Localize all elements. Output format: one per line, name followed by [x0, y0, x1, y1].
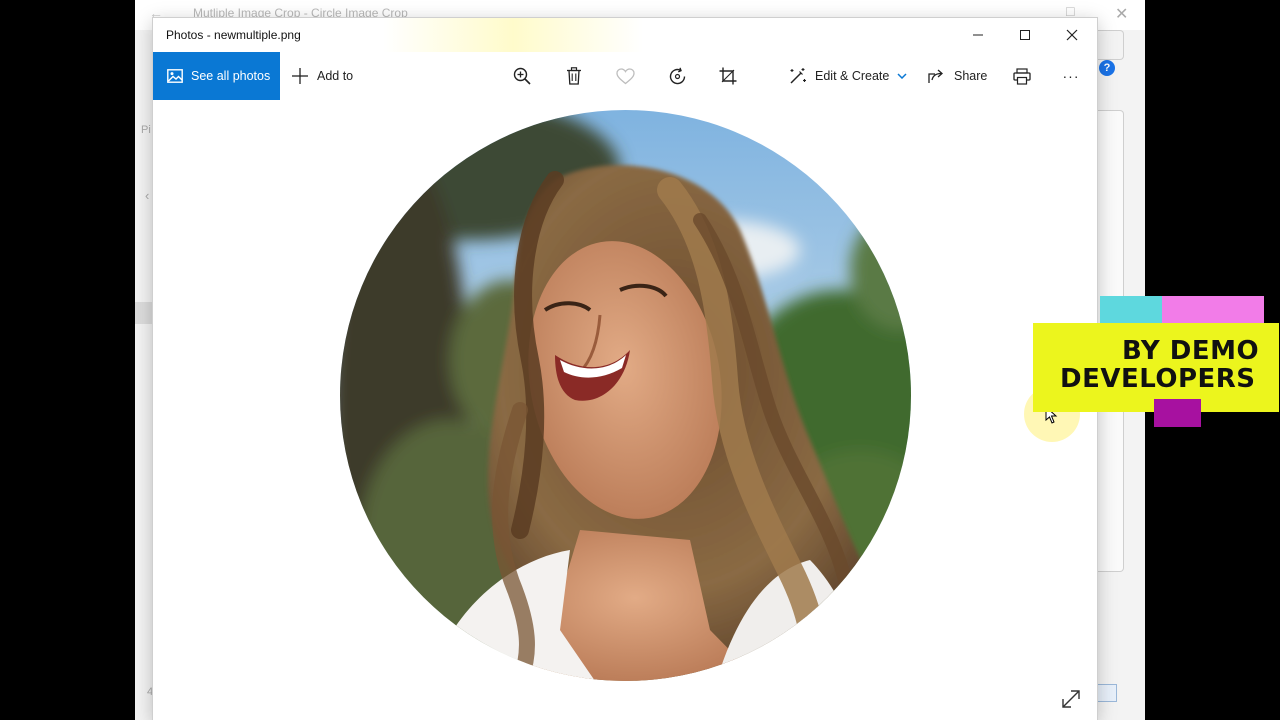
watermark-cyan-block	[1100, 296, 1162, 324]
plus-icon	[292, 68, 308, 84]
watermark-text-line1: BY DEMO	[1122, 336, 1260, 366]
close-icon[interactable]: ✕	[1115, 4, 1128, 24]
fullscreen-button[interactable]	[1060, 688, 1082, 710]
crop-button[interactable]	[718, 66, 738, 86]
minimize-button[interactable]	[955, 18, 1001, 52]
photos-titlebar[interactable]: Photos - newmultiple.png	[153, 18, 1097, 52]
print-button[interactable]	[1012, 66, 1032, 86]
screen: ← Mutliple Image Crop - Circle Image Cro…	[0, 0, 1280, 720]
left-arrow-icon[interactable]: ‹	[145, 188, 149, 203]
background-left-label: Pi	[141, 124, 151, 136]
add-to-label: Add to	[317, 69, 354, 83]
printer-icon	[1013, 67, 1031, 85]
help-icon[interactable]: ?	[1099, 60, 1115, 76]
photos-gallery-icon	[167, 69, 183, 83]
share-label: Share	[954, 69, 988, 83]
window-title: Photos - newmultiple.png	[166, 28, 301, 42]
expand-icon	[1062, 690, 1080, 708]
circle-cropped-photo	[340, 110, 911, 681]
delete-button[interactable]	[564, 66, 584, 86]
edit-create-button[interactable]: Edit & Create	[789, 52, 907, 100]
share-icon	[928, 69, 943, 83]
background-left-tab	[135, 302, 153, 324]
zoom-in-icon	[513, 67, 531, 85]
photos-app-window: Photos - newmultiple.png See all photos …	[153, 18, 1097, 720]
trash-icon	[567, 67, 581, 85]
edit-wand-icon	[790, 68, 806, 84]
minimize-icon	[973, 34, 983, 36]
rotate-icon	[669, 67, 685, 84]
share-button[interactable]: Share	[928, 52, 987, 100]
maximize-button[interactable]	[1002, 18, 1048, 52]
close-button[interactable]	[1049, 18, 1095, 52]
see-all-photos-button[interactable]: See all photos	[153, 52, 280, 100]
crop-icon	[719, 67, 737, 85]
close-icon	[1066, 29, 1078, 41]
zoom-button[interactable]	[512, 66, 532, 86]
titlebar-highlight	[383, 18, 643, 52]
chevron-down-icon	[897, 73, 907, 79]
maximize-icon	[1020, 30, 1030, 40]
background-panel-top	[1097, 30, 1124, 60]
more-options-button[interactable]: ···	[1061, 66, 1081, 86]
see-all-photos-label: See all photos	[191, 69, 271, 83]
edit-create-label: Edit & Create	[815, 69, 890, 83]
heart-icon	[615, 67, 635, 84]
watermark-pink-block	[1162, 296, 1264, 324]
watermark-purple-block	[1154, 399, 1201, 427]
watermark-text-line2: DEVELOPERS	[1060, 364, 1256, 394]
photos-toolbar: See all photos Add to Edit & Create Shar…	[153, 52, 1097, 100]
maximize-icon[interactable]: ☐	[1065, 5, 1076, 19]
favorite-button[interactable]	[615, 66, 635, 86]
add-to-button[interactable]: Add to	[291, 52, 353, 100]
rotate-button[interactable]	[667, 66, 687, 86]
more-options-label: ···	[1062, 68, 1080, 84]
status-bar-icon[interactable]	[1095, 684, 1117, 702]
photo-illustration	[340, 110, 911, 681]
